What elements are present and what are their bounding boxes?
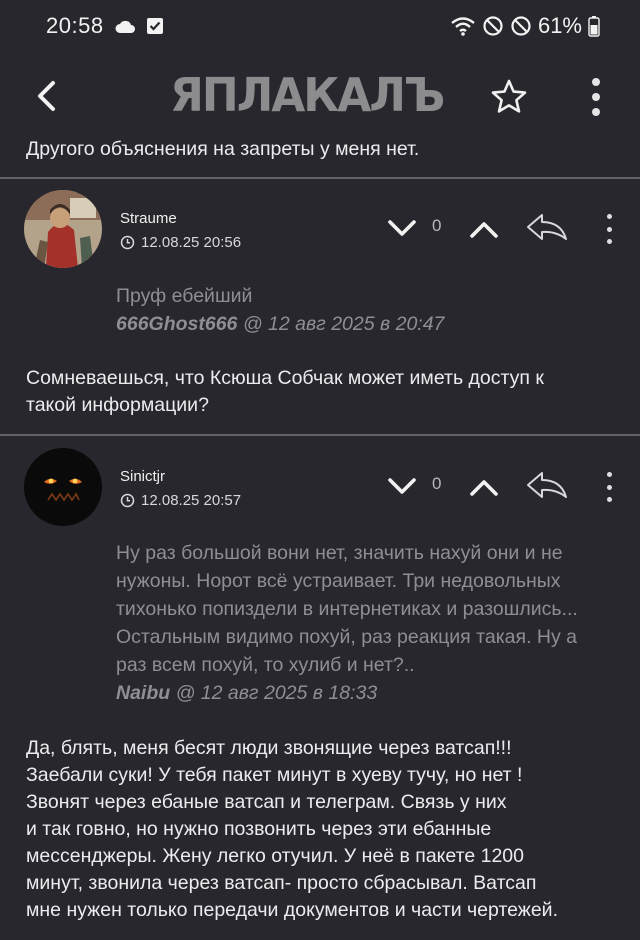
post-body-line: Заебали суки! У тебя пакет минут в хуеву…: [26, 764, 523, 786]
do-not-disturb-icon: [483, 16, 503, 36]
cloud-icon: [115, 20, 135, 33]
downvote-button[interactable]: [386, 216, 418, 242]
clock-icon: [120, 493, 135, 508]
upvote-button[interactable]: [468, 474, 500, 500]
dot-icon: [606, 497, 612, 502]
post-date-text: 12.08.25 20:56: [141, 234, 242, 251]
chevron-left-icon: [38, 81, 55, 111]
quote-text-line: Пруф ебейший: [116, 285, 253, 307]
post-header: Straume 12.08.25 20:56 0: [0, 190, 640, 280]
reply-icon: [527, 472, 567, 498]
dot-icon: [606, 472, 612, 477]
dot-icon: [592, 108, 600, 116]
app-top-bar: ЯПЛАКАЛЪ: [0, 52, 640, 138]
post-body: Да, блять, меня бесят люди звонящие чере…: [26, 735, 634, 924]
reply-button[interactable]: [526, 212, 568, 242]
quote-meta: 666Ghost666 @ 12 авг 2025 в 20:47: [116, 310, 626, 338]
post-date: 12.08.25 20:57: [120, 492, 241, 509]
quote-text-line: раз всем похуй, то хулиб и нет?..: [116, 654, 415, 676]
quote-author[interactable]: 666Ghost666: [116, 313, 237, 335]
blocked-icon: [511, 16, 531, 36]
status-bar: 20:58 61%: [0, 0, 640, 52]
post-options-button[interactable]: [604, 472, 614, 502]
post-body: Сомневаешься, что Ксюша Собчак может име…: [26, 365, 626, 419]
downvote-button[interactable]: [386, 474, 418, 500]
previous-post-text: Другого объяснения на запреты у меня нет…: [26, 138, 420, 160]
quote-text-line: Ну раз большой вони нет, значить нахуй о…: [116, 542, 563, 564]
post-body-line: мессенджеры. Жену легко отучил. У неё в …: [26, 845, 524, 867]
post-body-line: такой информации?: [26, 394, 209, 416]
dot-icon: [606, 214, 612, 219]
post-date: 12.08.25 20:56: [120, 234, 241, 251]
overflow-menu-button[interactable]: [586, 76, 606, 118]
quote-text-line: тихонько попиздели в интернетиках и разо…: [116, 598, 578, 620]
back-button[interactable]: [28, 76, 64, 116]
quote-text-line: нужоны. Норот всё устраивает. Три недово…: [116, 570, 561, 592]
vote-count: 0: [432, 474, 442, 493]
avatar-image: [24, 448, 102, 526]
dot-icon: [606, 484, 612, 490]
chevron-down-icon: [388, 220, 416, 236]
quote-block: Пруф ебейший 666Ghost666 @ 12 авг 2025 в…: [116, 282, 626, 338]
quote-author[interactable]: Naibu: [116, 682, 170, 704]
vote-count: 0: [432, 216, 442, 235]
post-body-line: Звонят через ебаные ватсап и телеграм. С…: [26, 791, 507, 813]
post-body-line: мне нужен только передачи документов и ч…: [26, 899, 558, 921]
post-body-line: Да, блять, меня бесят люди звонящие чере…: [26, 737, 512, 759]
avatar-image: [24, 190, 102, 268]
quote-date: @ 12 авг 2025 в 20:47: [237, 313, 445, 335]
chevron-up-icon: [470, 222, 498, 238]
dot-icon: [592, 93, 600, 101]
quote-block: Ну раз большой вони нет, значить нахуй о…: [116, 539, 626, 707]
chevron-up-icon: [470, 480, 498, 496]
dot-icon: [606, 239, 612, 244]
avatar[interactable]: [24, 190, 102, 268]
quote-meta: Naibu @ 12 авг 2025 в 18:33: [116, 679, 626, 707]
battery-icon: [588, 16, 600, 37]
wifi-icon: [451, 17, 475, 36]
username[interactable]: Straume: [120, 210, 177, 227]
star-icon: [491, 79, 527, 113]
post-date-text: 12.08.25 20:57: [141, 492, 242, 509]
dot-icon: [592, 78, 600, 86]
upvote-button[interactable]: [468, 216, 500, 242]
post-options-button[interactable]: [604, 214, 614, 244]
dot-icon: [606, 226, 612, 232]
reply-icon: [527, 214, 567, 240]
post-header: Sinictjr 12.08.25 20:57 0: [0, 448, 640, 538]
status-time: 20:58: [46, 13, 104, 38]
quote-date: @ 12 авг 2025 в 18:33: [170, 682, 378, 704]
checkbox-icon: [146, 18, 163, 34]
post-body-line: Сомневаешься, что Ксюша Собчак может име…: [26, 367, 544, 389]
post-divider: [0, 434, 640, 436]
quote-text-line: Остальным видимо похуй, раз реакция така…: [116, 626, 578, 648]
clock-icon: [120, 235, 135, 250]
site-logo[interactable]: ЯПЛАКАЛЪ: [170, 68, 470, 122]
post-body-line: и так говно, но нужно позвонить через эт…: [26, 818, 492, 840]
username[interactable]: Sinictjr: [120, 468, 165, 485]
avatar[interactable]: [24, 448, 102, 526]
chevron-down-icon: [388, 478, 416, 494]
post-body-line: минут, звонила через ватсап- просто сбра…: [26, 872, 537, 894]
reply-button[interactable]: [526, 470, 568, 500]
favorite-button[interactable]: [490, 78, 528, 116]
post-divider: [0, 177, 640, 179]
battery-percent: 61%: [537, 13, 582, 38]
